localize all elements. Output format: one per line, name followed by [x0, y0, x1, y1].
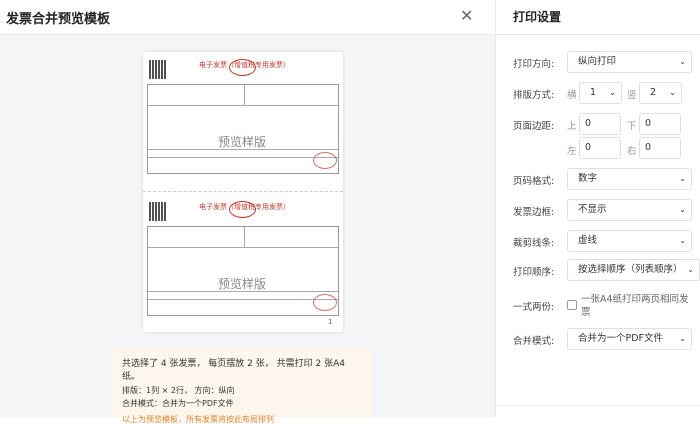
summary-note: 以上为预览模板，所有发票将按此布局排列 — [122, 415, 274, 424]
margin-right-input[interactable]: 0 — [639, 137, 681, 159]
qr-code-icon — [149, 202, 166, 221]
stamp-icon — [229, 201, 256, 218]
preview-page: 电子发票（增值税专用发票） 预览样版 电子发票（增值税专用发票） 预览样版 1 — [143, 52, 343, 332]
seal-icon — [313, 152, 337, 169]
chevron-down-icon: ⌄ — [687, 265, 694, 274]
summary-line: 共选择了 4 张发票， 每页摆放 2 张， 共需打印 2 张A4纸。 — [122, 359, 345, 382]
seal-icon — [313, 294, 337, 311]
invoice-border-value: 不显示 — [578, 204, 607, 215]
chevron-down-icon: ⌄ — [679, 236, 686, 245]
rows-select[interactable]: 2 ⌄ — [639, 82, 682, 104]
qr-code-icon — [149, 60, 166, 79]
footer-divider — [496, 405, 700, 406]
layout-label: 排版方式: — [513, 90, 555, 101]
page-number-format-select[interactable]: 数字 ⌄ — [567, 168, 692, 190]
chevron-down-icon: ⌄ — [669, 88, 676, 97]
margin-top-input[interactable]: 0 — [579, 113, 621, 135]
page-number-format-value: 数字 — [578, 173, 598, 184]
merge-mode-label: 合并模式: — [513, 336, 555, 347]
print-order-value: 按选择顺序（列表顺序） — [578, 264, 683, 275]
duplicate-label: 一式两份: — [513, 302, 555, 313]
summary-merge: 合并模式：合并为一个PDF文件 — [122, 399, 234, 408]
margin-bottom-label: 下 — [627, 121, 637, 132]
h-label: 横 — [567, 90, 577, 101]
settings-panel: 打印设置 打印方向: 纵向打印 ⌄ 排版方式: 横 1 ⌄ 竖 2 ⌄ 页面边距: 上… — [495, 0, 700, 417]
chevron-down-icon: ⌄ — [609, 88, 616, 97]
settings-header: 打印设置 — [496, 0, 700, 35]
margin-left-input[interactable]: 0 — [579, 137, 621, 159]
page-number: 1 — [328, 318, 333, 326]
cut-line-value: 虚线 — [578, 235, 598, 246]
invoice-border-select[interactable]: 不显示 ⌄ — [567, 199, 692, 221]
cut-line-label: 裁剪线条: — [513, 238, 555, 249]
dialog-header: 发票合并预览模板 ✕ — [0, 0, 495, 35]
chevron-down-icon: ⌄ — [679, 174, 686, 183]
merge-mode-value: 合并为一个PDF文件 — [578, 333, 664, 344]
margin-bottom-input[interactable]: 0 — [639, 113, 681, 135]
invoice-preview: 电子发票（增值税专用发票） 预览样版 — [143, 194, 343, 332]
duplicate-checkbox-label[interactable]: 一张A4纸打印两页相同发票 — [581, 293, 691, 319]
summary-layout: 排版：1列 × 2行， 方向：纵向 — [122, 386, 235, 395]
margin-left-label: 左 — [567, 146, 577, 157]
margin-label: 页面边距: — [513, 121, 555, 132]
chevron-down-icon: ⌄ — [679, 57, 686, 66]
invoice-preview: 电子发票（增值税专用发票） 预览样版 — [143, 52, 343, 190]
invoice-table: 预览样版 — [147, 84, 339, 174]
margin-top-label: 上 — [567, 121, 577, 132]
columns-select[interactable]: 1 ⌄ — [579, 82, 622, 104]
duplicate-checkbox[interactable] — [567, 300, 577, 310]
settings-title: 打印设置 — [513, 10, 562, 24]
v-label: 竖 — [627, 90, 637, 101]
margin-right-label: 右 — [627, 146, 637, 157]
close-icon[interactable]: ✕ — [460, 6, 473, 25]
page-number-format-label: 页码格式: — [513, 176, 555, 187]
print-order-label: 打印顺序: — [513, 267, 555, 278]
print-order-select[interactable]: 按选择顺序（列表顺序） ⌄ — [567, 259, 700, 281]
orientation-label: 打印方向: — [513, 59, 555, 70]
watermark: 预览样版 — [218, 135, 267, 149]
stamp-icon — [229, 59, 256, 76]
summary-box: 共选择了 4 张发票， 每页摆放 2 张， 共需打印 2 张A4纸。 排版：1列… — [110, 348, 372, 424]
merge-mode-select[interactable]: 合并为一个PDF文件 ⌄ — [567, 328, 692, 350]
cut-line — [143, 191, 343, 192]
columns-value: 1 — [590, 87, 597, 98]
orientation-value: 纵向打印 — [578, 56, 617, 67]
invoice-table: 预览样版 — [147, 226, 339, 316]
rows-value: 2 — [650, 87, 657, 98]
cut-line-select[interactable]: 虚线 ⌄ — [567, 230, 692, 252]
preview-panel: 发票合并预览模板 ✕ 电子发票（增值税专用发票） 预览样版 电子发票（增值税专用… — [0, 0, 495, 424]
invoice-border-label: 发票边框: — [513, 207, 555, 218]
chevron-down-icon: ⌄ — [679, 205, 686, 214]
watermark: 预览样版 — [218, 277, 267, 291]
dialog-title: 发票合并预览模板 — [6, 12, 111, 27]
orientation-select[interactable]: 纵向打印 ⌄ — [567, 51, 692, 73]
chevron-down-icon: ⌄ — [679, 334, 686, 343]
